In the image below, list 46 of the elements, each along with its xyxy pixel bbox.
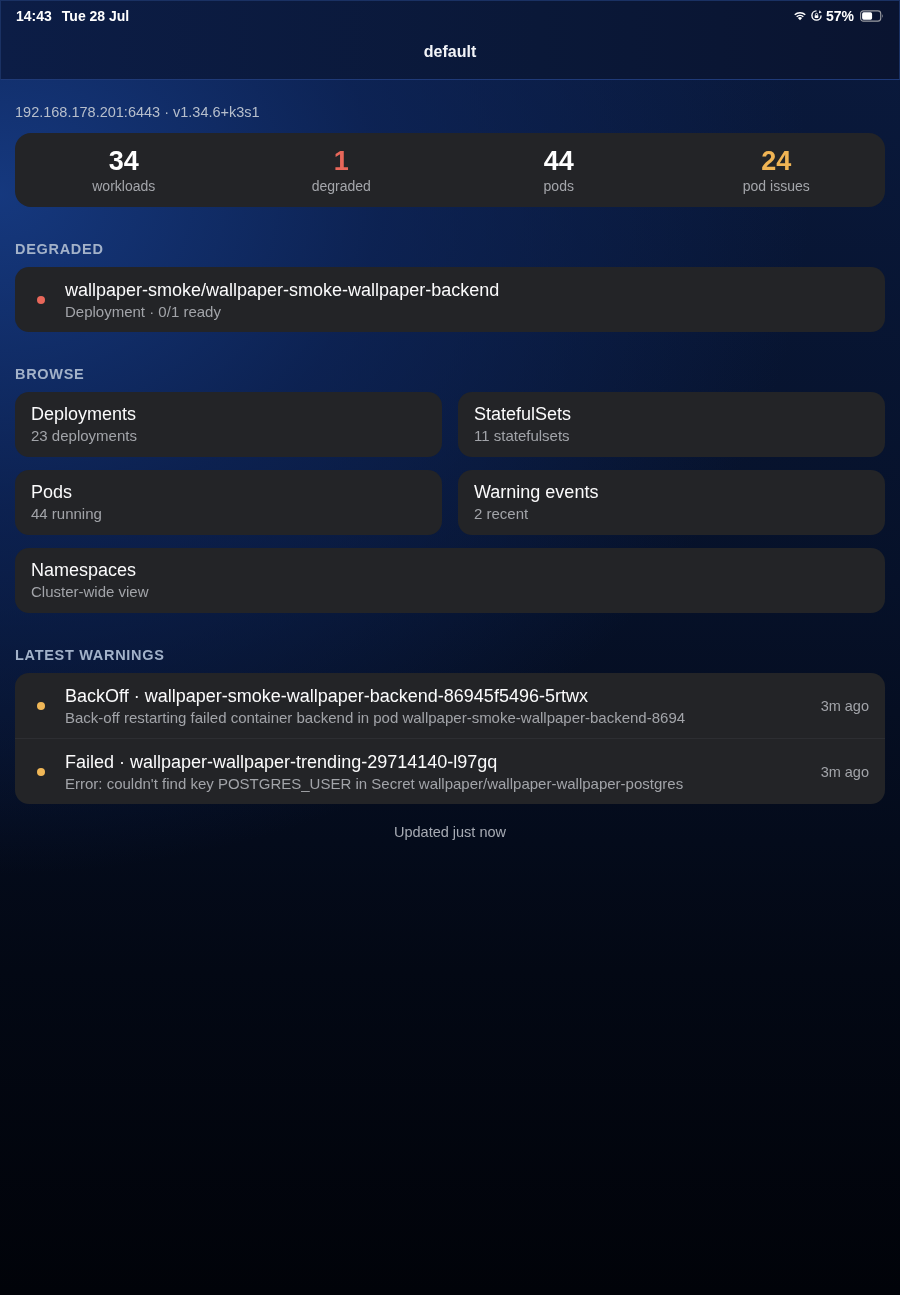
- updated-status: Updated just now: [392, 824, 507, 841]
- tile-subtitle: 2 recent: [474, 504, 530, 523]
- tile-subtitle: Cluster-wide view: [31, 582, 150, 601]
- stat-value: 24: [761, 146, 792, 177]
- cluster-endpoint: 192.168.178.201:6443 · v1.34.6+k3s1: [15, 104, 261, 121]
- browse-tile[interactable]: Deployments 23 deployments: [15, 392, 442, 457]
- section-heading: LATEST WARNINGS: [15, 647, 166, 664]
- status-time: 14:43: [16, 7, 52, 24]
- warning-message: Error: couldn't find key POSTGRES_USER in Secret wallpaper/wallpaper-wallpaper-postgres: [65, 774, 685, 793]
- warning-time: 3m ago: [820, 698, 869, 714]
- status-date: Tue 28 Jul: [61, 7, 130, 24]
- stat-value: 1: [333, 146, 349, 177]
- tile-subtitle: 11 statefulsets: [474, 426, 571, 445]
- section-heading: DEGRADED: [15, 241, 105, 258]
- degraded-workload-row[interactable]: wallpaper-smoke/wallpaper-smoke-wallpaper-backend Deployment · 0/1 ready: [15, 267, 885, 332]
- warning-time: 3m ago: [820, 764, 869, 780]
- wifi-icon: [792, 10, 807, 21]
- stat-label: pod issues: [742, 177, 810, 196]
- stat-value: 34: [108, 146, 139, 177]
- stat-label: workloads: [92, 177, 156, 196]
- workload-status: Deployment · 0/1 ready: [65, 302, 222, 321]
- stat-label: pods: [543, 177, 574, 196]
- warning-event-row[interactable]: BackOff · wallpaper-smoke-wallpaper-backend-86945f5496-5rtwx Back-off restarting failed container backend in pod wallpaper-smoke-wallpaper-backend-8694 3m ago: [15, 673, 885, 738]
- battery-icon: [860, 9, 884, 22]
- browse-tile[interactable]: Pods 44 running: [15, 470, 442, 535]
- tile-title: Namespaces: [31, 559, 138, 581]
- stat-value: 44: [543, 146, 574, 177]
- battery-percent: 57%: [825, 7, 854, 24]
- warning-event-row[interactable]: Failed · wallpaper-wallpaper-trending-29714140-l97gq Error: couldn't find key POSTGRES_USER in Secret wallpaper/wallpaper-wallpaper-postgres 3m ago: [15, 739, 885, 804]
- tile-subtitle: 23 deployments: [31, 426, 138, 445]
- warning-title: BackOff · wallpaper-smoke-wallpaper-backend-86945f5496-5rtwx: [65, 685, 589, 707]
- browse-tile[interactable]: Warning events 2 recent: [458, 470, 885, 535]
- warning-message: Back-off restarting failed container backend in pod wallpaper-smoke-wallpaper-backend-8694: [65, 708, 687, 727]
- workload-name: wallpaper-smoke/wallpaper-smoke-wallpaper-backend: [65, 279, 501, 301]
- section-heading: BROWSE: [15, 366, 86, 383]
- browse-tile[interactable]: StatefulSets 11 statefulsets: [458, 392, 885, 457]
- tile-title: Pods: [31, 481, 74, 503]
- navigation-title: default: [422, 42, 478, 62]
- tile-title: StatefulSets: [474, 403, 573, 425]
- warning-title: Failed · wallpaper-wallpaper-trending-29714140-l97gq: [65, 751, 499, 773]
- stat-label: degraded: [311, 177, 371, 196]
- browse-tile[interactable]: Namespaces Cluster-wide view: [15, 548, 885, 613]
- tile-title: Warning events: [474, 481, 600, 503]
- rotation-lock-icon: [810, 10, 822, 21]
- tile-subtitle: 44 running: [31, 504, 103, 523]
- tile-title: Deployments: [31, 403, 138, 425]
